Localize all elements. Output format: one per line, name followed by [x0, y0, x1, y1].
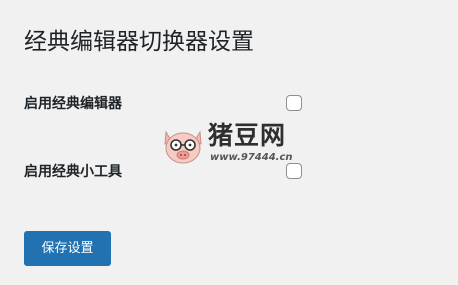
setting-row-classic-editor: 启用经典编辑器 [24, 92, 304, 116]
save-settings-button[interactable]: 保存设置 [24, 231, 111, 266]
watermark-name: 猪豆网 [208, 121, 287, 150]
page-title: 经典编辑器切换器设置 [24, 29, 254, 55]
classic-widgets-checkbox[interactable] [286, 163, 302, 179]
setting-row-classic-widgets: 启用经典小工具 [24, 160, 304, 184]
classic-editor-checkbox[interactable] [286, 95, 302, 111]
classic-widgets-label: 启用经典小工具 [24, 164, 122, 180]
classic-editor-label: 启用经典编辑器 [24, 96, 122, 112]
